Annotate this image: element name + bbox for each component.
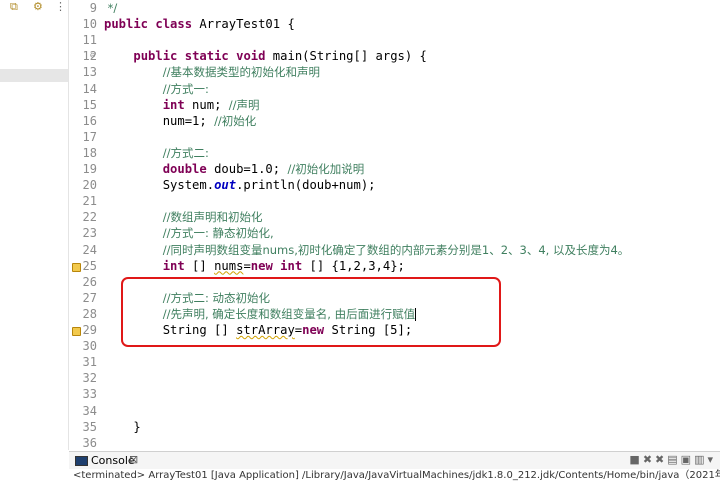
- line-number: 26: [82, 274, 97, 289]
- code-line[interactable]: 20 System.out.println(doub+num);: [77, 177, 720, 193]
- line-number: 20: [82, 178, 97, 193]
- code-text: //方式一:: [162, 81, 209, 96]
- line-number: 16: [82, 113, 97, 128]
- code-text: int [] nums=new int [] {1,2,3,4};: [162, 258, 405, 273]
- code-text: //方式一: 静态初始化,: [162, 226, 274, 241]
- code-line[interactable]: 11: [77, 32, 720, 48]
- line-number: 17: [82, 129, 97, 144]
- line-number: 15: [82, 97, 97, 112]
- console-view-bar: Console ⊠ ■✖✖▤▣▥▾: [69, 451, 720, 469]
- package-icon[interactable]: ⧉: [10, 0, 18, 14]
- line-number: 10: [82, 17, 97, 32]
- line-number: 34: [82, 403, 97, 418]
- editor-gutter: [69, 0, 77, 450]
- code-line[interactable]: 17: [77, 129, 720, 145]
- new-console-icon[interactable]: ▾: [707, 453, 716, 466]
- line-number: 23: [82, 226, 97, 241]
- code-text: //同时声明数组变量nums,初时化确定了数组的内部元素分别是1、2、3、4, …: [162, 242, 630, 257]
- display-console-icon[interactable]: ▥: [694, 453, 707, 466]
- code-line[interactable]: 22 //数组声明和初始化: [77, 209, 720, 225]
- line-number: 14: [82, 81, 97, 96]
- code-text: System.out.println(doub+num);: [104, 178, 376, 193]
- warning-marker-icon[interactable]: [72, 327, 81, 336]
- code-text: }: [104, 419, 141, 434]
- code-line[interactable]: 32: [77, 370, 720, 386]
- code-line[interactable]: 23 //方式一: 静态初始化,: [77, 225, 720, 241]
- warning-marker-icon[interactable]: [72, 262, 81, 272]
- code-line[interactable]: 35 }: [77, 419, 720, 435]
- code-text: //数组声明和初始化: [162, 210, 263, 225]
- package-explorer-panel: ⧉ ⚙ ⋮: [0, 0, 69, 450]
- line-number: 32: [82, 371, 97, 386]
- code-line[interactable]: 34: [77, 403, 720, 419]
- scroll-lock-icon[interactable]: ▤: [667, 453, 680, 466]
- code-line[interactable]: 13 //基本数据类型的初始化和声明: [77, 64, 720, 80]
- line-number: 33: [82, 387, 97, 402]
- line-number: 27: [82, 290, 97, 305]
- line-number: 11: [82, 33, 97, 48]
- annotation-highlight-box: [121, 277, 501, 347]
- selected-tree-item[interactable]: [0, 69, 68, 82]
- line-number: 18: [82, 145, 97, 160]
- line-number: 22: [82, 210, 97, 225]
- code-line[interactable]: 12 ⊖ public static void main(String[] arg…: [77, 48, 720, 64]
- line-number: 21: [82, 194, 97, 209]
- console-icon: [75, 456, 88, 466]
- code-line[interactable]: 19 double doub=1.0; //初始化加说明: [77, 161, 720, 177]
- terminate-icon[interactable]: ■: [629, 453, 642, 466]
- line-number: 19: [82, 162, 97, 176]
- code-line[interactable]: 16 num=1; //初始化: [77, 113, 720, 129]
- line-number: 9: [89, 1, 97, 15]
- close-icon[interactable]: ⊠: [129, 453, 138, 466]
- filter-icon[interactable]: ⚙: [33, 0, 43, 14]
- code-line[interactable]: 10 public class ArrayTest01 {: [77, 16, 720, 32]
- pin-console-icon[interactable]: ▣: [681, 453, 694, 466]
- console-status-line: <terminated> ArrayTest01 [Java Applicati…: [73, 470, 720, 481]
- console-toolbar: ■✖✖▤▣▥▾: [629, 453, 716, 466]
- code-line[interactable]: 36: [77, 435, 720, 451]
- line-number: 36: [82, 435, 97, 450]
- code-text: */: [104, 1, 118, 15]
- code-editor[interactable]: 9 */10 public class ArrayTest01 {11 12 ⊖ pu…: [77, 0, 720, 450]
- code-line[interactable]: 21: [77, 193, 720, 209]
- code-line[interactable]: 24 //同时声明数组变量nums,初时化确定了数组的内部元素分别是1、2、3、…: [77, 242, 720, 258]
- code-line[interactable]: 9 */: [77, 0, 720, 16]
- fold-toggle-icon[interactable]: ⊖: [90, 48, 95, 64]
- line-number: 13: [82, 65, 97, 80]
- code-text: num=1; //初始化: [104, 113, 257, 128]
- code-text: public static void main(String[] args) {: [133, 49, 427, 64]
- code-text: public class ArrayTest01 {: [104, 17, 295, 32]
- code-line[interactable]: 14 //方式一:: [77, 81, 720, 97]
- remove-launch-icon[interactable]: ✖: [643, 453, 655, 466]
- code-line[interactable]: 31: [77, 354, 720, 370]
- code-text: double doub=1.0; //初始化加说明: [162, 162, 365, 176]
- menu-icon[interactable]: ⋮: [55, 0, 66, 14]
- code-text: //基本数据类型的初始化和声明: [162, 65, 320, 80]
- line-number: 24: [82, 242, 97, 257]
- line-number: 35: [82, 419, 97, 434]
- code-line[interactable]: 33: [77, 386, 720, 402]
- remove-all-icon[interactable]: ✖: [655, 453, 667, 466]
- code-line[interactable]: 25 int [] nums=new int [] {1,2,3,4};: [77, 258, 720, 274]
- line-number: 30: [82, 339, 97, 354]
- code-line[interactable]: 18 //方式二:: [77, 145, 720, 161]
- code-text: //方式二:: [162, 145, 209, 160]
- line-number: 28: [82, 306, 97, 321]
- line-number: 31: [82, 355, 97, 370]
- code-line[interactable]: 15 int num; //声明: [77, 97, 720, 113]
- console-tab[interactable]: Console: [75, 454, 135, 467]
- code-text: int num; //声明: [162, 97, 260, 112]
